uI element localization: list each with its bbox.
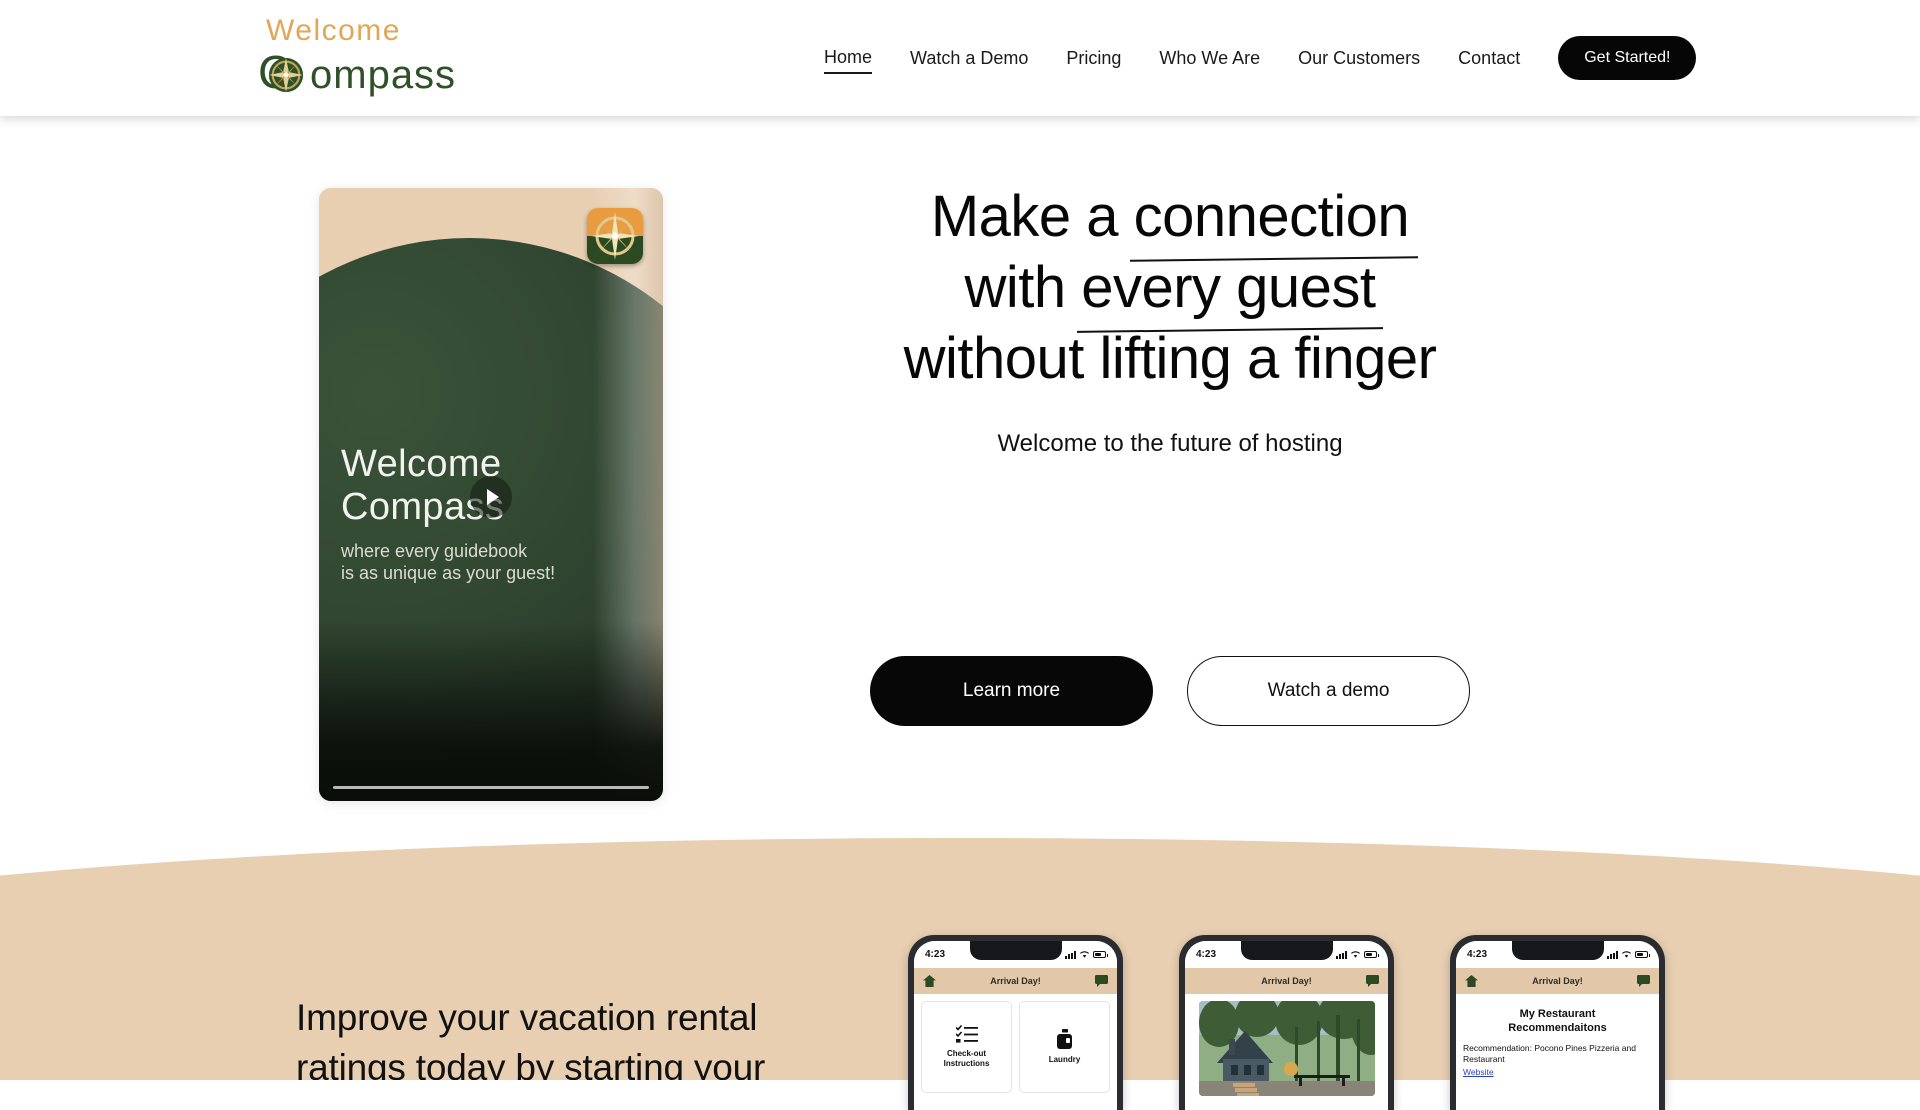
chat-bubble-icon: [1637, 975, 1650, 987]
recommendation-website-link[interactable]: Website: [1463, 1067, 1652, 1077]
chat-bubble-icon: [1095, 975, 1108, 987]
battery-icon: [1635, 951, 1650, 958]
phone-notch: [1240, 941, 1333, 960]
video-card-tagline-line2: is as unique as your guest!: [341, 563, 556, 583]
phone-screen: 4:23 Arrival Day!: [914, 941, 1117, 1110]
headline-line-1: Make a connection: [830, 181, 1510, 252]
play-icon[interactable]: [470, 476, 512, 518]
features-heading: Improve your vacation rental ratings tod…: [296, 993, 896, 1080]
learn-more-button[interactable]: Learn more: [870, 656, 1153, 726]
nav-item-pricing[interactable]: Pricing: [1066, 44, 1121, 73]
phone-mockup-checkout: 4:23 Arrival Day! Check-out Instructions…: [908, 935, 1123, 1110]
phone-app-body: My Restaurant Recommendaitons Recommenda…: [1456, 994, 1659, 1077]
video-progress-bar[interactable]: [333, 786, 649, 789]
headline-line-2: with every guest: [830, 252, 1510, 323]
page-title: Make a connection with every guest witho…: [830, 181, 1510, 394]
hero-section: Welcome Compass where every guidebook is…: [0, 116, 1920, 850]
status-time: 4:23: [1196, 949, 1217, 960]
compass-app-icon: [587, 208, 643, 264]
status-time: 4:23: [925, 949, 946, 960]
cabin-photo: [1198, 1001, 1375, 1096]
hero-text-block: Make a connection with every guest witho…: [830, 116, 1510, 458]
get-started-button[interactable]: Get Started!: [1558, 36, 1697, 80]
main-navigation: Home Watch a Demo Pricing Who We Are Our…: [824, 0, 1697, 116]
phone-screen: 4:23 Arrival Day!: [1185, 941, 1388, 1110]
logo[interactable]: Welcome C ompass: [258, 8, 468, 103]
signal-icon: [1065, 950, 1076, 959]
rec-title-line1: My Restaurant: [1519, 1008, 1596, 1020]
video-card-bottom-fade: [319, 621, 663, 801]
app-bar-title: Arrival Day!: [990, 976, 1041, 986]
nav-item-contact[interactable]: Contact: [1458, 44, 1520, 73]
phone-screen: 4:23 Arrival Day! My Restaurant Recommen…: [1456, 941, 1659, 1110]
watch-a-demo-button[interactable]: Watch a demo: [1187, 656, 1470, 726]
recommendations-title: My Restaurant Recommendaitons: [1463, 1007, 1652, 1035]
tile-label-checkout: Check-out Instructions: [943, 1049, 990, 1068]
nav-item-our-customers[interactable]: Our Customers: [1298, 44, 1420, 73]
phone-app-body: Check-out Instructions Laundry: [914, 994, 1117, 1093]
tile-checkout-instructions[interactable]: Check-out Instructions: [921, 1001, 1012, 1093]
features-heading-line2: ratings today by starting your: [296, 1047, 766, 1080]
headline-line2-pre: with: [964, 255, 1082, 320]
logo-compass-text: ompass: [310, 52, 457, 97]
chat-bubble-icon: [1366, 975, 1379, 987]
phone-notch: [1511, 941, 1604, 960]
recommendation-text: Recommendation: Pocono Pines Pizzeria an…: [1463, 1043, 1636, 1064]
video-card-tagline: where every guidebook is as unique as yo…: [341, 540, 555, 584]
status-icons: [1607, 950, 1650, 959]
phone-mockup-photo: 4:23 Arrival Day!: [1179, 935, 1394, 1110]
home-icon: [923, 975, 936, 987]
hero-subtitle: Welcome to the future of hosting: [997, 430, 1343, 457]
checklist-icon: [955, 1025, 978, 1043]
wifi-icon: [1351, 951, 1360, 958]
logo-compass-row: C ompass: [258, 46, 456, 104]
site-header: Welcome C ompass: [0, 0, 1920, 116]
headline-underlined-every-guest: every guest: [1081, 252, 1376, 323]
detergent-bottle-icon: [1056, 1029, 1072, 1049]
wifi-icon: [1080, 951, 1089, 958]
headline-line1-pre: Make a: [930, 184, 1134, 249]
battery-icon: [1093, 951, 1108, 958]
wifi-icon: [1622, 951, 1631, 958]
feature-tiles: Check-out Instructions Laundry: [921, 1001, 1110, 1093]
tile-laundry[interactable]: Laundry: [1019, 1001, 1110, 1093]
promo-video-card[interactable]: Welcome Compass where every guidebook is…: [319, 188, 663, 801]
headline-line-3: without lifting a finger: [903, 326, 1437, 391]
app-bar-title: Arrival Day!: [1532, 976, 1583, 986]
headline-underlined-connection: connection: [1134, 181, 1410, 252]
status-time: 4:23: [1467, 949, 1488, 960]
tile-label-laundry: Laundry: [1048, 1055, 1081, 1064]
phone-app-bar: Arrival Day!: [914, 968, 1117, 994]
logo-c-wrap: C: [258, 46, 316, 104]
nav-item-who-we-are[interactable]: Who We Are: [1159, 44, 1260, 73]
nav-item-watch-a-demo[interactable]: Watch a Demo: [910, 44, 1028, 73]
hero-button-group: Learn more Watch a demo: [830, 656, 1510, 726]
phone-notch: [969, 941, 1062, 960]
rec-title-line2: Recommendaitons: [1508, 1022, 1607, 1034]
status-icons: [1065, 950, 1108, 959]
play-triangle: [486, 489, 499, 505]
signal-icon: [1336, 950, 1347, 959]
signal-icon: [1607, 950, 1618, 959]
phone-app-bar: Arrival Day!: [1185, 968, 1388, 994]
phone-app-bar: Arrival Day!: [1456, 968, 1659, 994]
compass-rose-icon: [268, 57, 304, 93]
nav-item-home[interactable]: Home: [824, 43, 873, 74]
status-icons: [1336, 950, 1379, 959]
home-icon: [1465, 975, 1478, 987]
features-heading-line1: Improve your vacation rental: [296, 997, 758, 1038]
battery-icon: [1364, 951, 1379, 958]
phone-mockup-recommendations: 4:23 Arrival Day! My Restaurant Recommen…: [1450, 935, 1665, 1110]
video-card-tagline-line1: where every guidebook: [341, 541, 528, 561]
app-bar-title: Arrival Day!: [1261, 976, 1312, 986]
